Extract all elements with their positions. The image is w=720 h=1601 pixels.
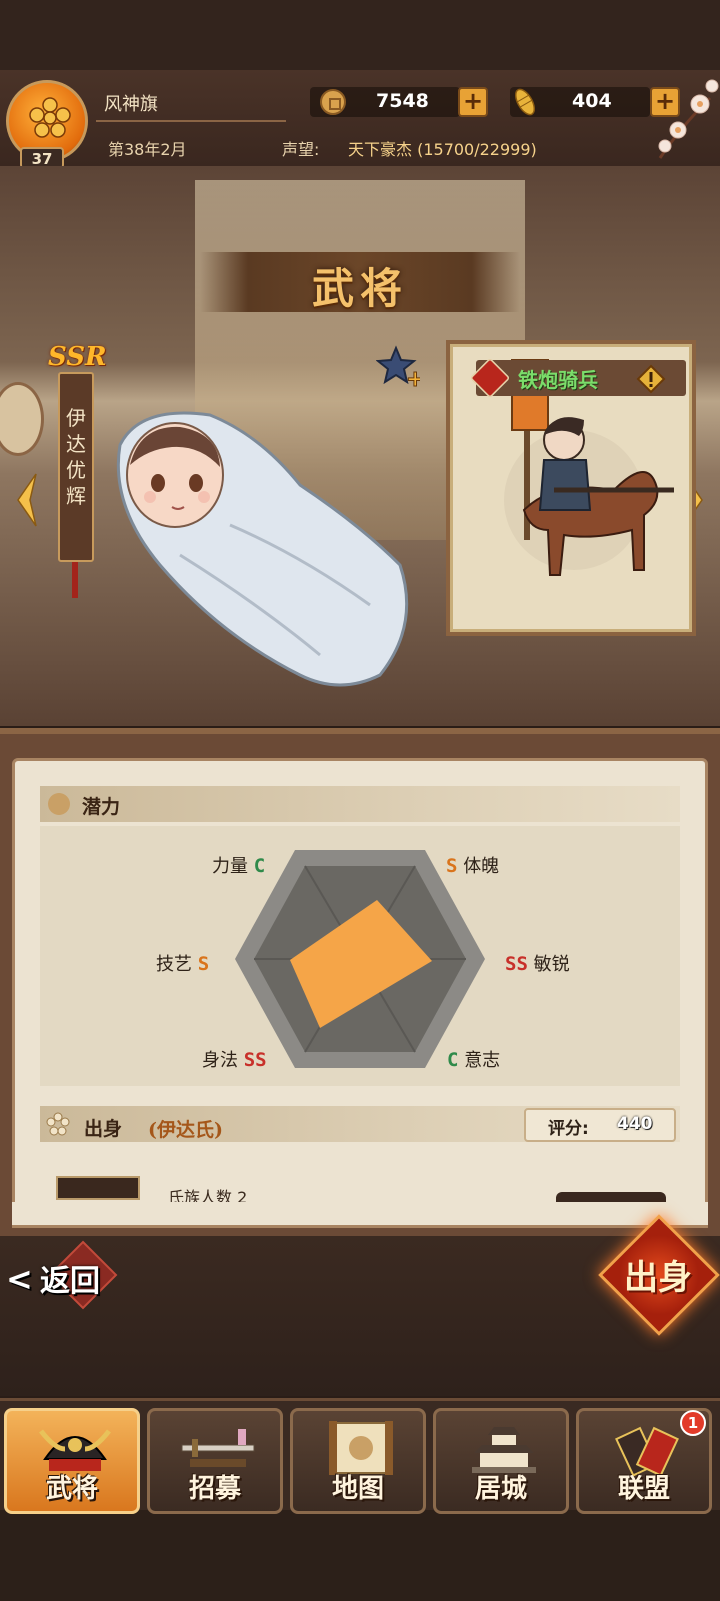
stat-grade: SS	[243, 1049, 267, 1071]
nav-tab-map[interactable]: 地图	[290, 1408, 426, 1514]
nav-label: 地图	[331, 1474, 384, 1504]
clan-member-count: 氏族人数 2	[168, 1188, 248, 1202]
nav-label: 武将	[45, 1474, 98, 1504]
general-portrait-swaddled-baby	[116, 411, 409, 687]
potential-figure-icon	[48, 793, 70, 815]
origin-action-label[interactable]: 出身	[608, 1250, 708, 1299]
prestige-label: 声望:	[282, 140, 320, 159]
gold-amount: 404	[572, 90, 612, 112]
star-upgrade-icon[interactable]: +	[376, 344, 420, 388]
score-value: 440	[617, 1114, 653, 1134]
nav-label: 联盟	[617, 1474, 670, 1504]
cherry-blossom-decoration	[658, 79, 719, 159]
panel-scroll-edge	[12, 1202, 708, 1228]
status-bar-area	[0, 0, 720, 70]
stat-label: 敏锐	[533, 954, 570, 975]
stat-grade: C	[253, 855, 266, 877]
nav-tab-generals[interactable]: 武将	[4, 1408, 140, 1514]
origin-title: 出身	[84, 1118, 123, 1140]
potential-radar-chart	[235, 850, 485, 1068]
nav-tab-castle[interactable]: 居城	[433, 1408, 569, 1514]
nav-label: 招募	[188, 1474, 241, 1504]
stat-grade: SS	[505, 953, 528, 975]
stat-label: 意志	[464, 1050, 501, 1071]
stat-acuity: SS 敏锐	[505, 950, 570, 976]
flower-crest-icon	[46, 1112, 70, 1136]
general-name: 伊达优辉	[58, 405, 94, 509]
stat-grade: S	[446, 855, 458, 877]
stat-label: 体魄	[463, 856, 500, 877]
origin-clan-name: (伊达氏)	[148, 1119, 223, 1141]
stat-strength: 力量 C	[212, 852, 265, 878]
previous-general-arrow-icon[interactable]	[12, 470, 42, 530]
clan-portrait-icon	[56, 1176, 140, 1200]
page-title: 武将	[311, 264, 408, 313]
stat-agility: 身法 SS	[202, 1046, 267, 1072]
stat-skill: 技艺 S	[156, 950, 209, 976]
add-coins-button[interactable]: +	[458, 87, 488, 117]
stat-label: 身法	[202, 1050, 238, 1071]
copper-coin-icon	[320, 89, 346, 115]
clan-crest-icon	[29, 97, 71, 138]
gold-ingot-icon	[514, 88, 536, 116]
stat-label: 力量	[212, 856, 248, 877]
prestige-value: 天下豪杰 (15700/22999)	[348, 140, 537, 159]
nav-label: 居城	[474, 1474, 527, 1504]
bottom-filler	[0, 1510, 720, 1601]
nav-tab-recruit[interactable]: 招募	[147, 1408, 283, 1514]
stat-grade: S	[197, 953, 210, 975]
back-button[interactable]: 返回	[40, 1256, 100, 1300]
score-label: 评分:	[548, 1119, 589, 1139]
score-box	[524, 1108, 676, 1142]
name-plate-tassel	[72, 562, 78, 598]
name-underline	[96, 120, 286, 122]
svg-text:+: +	[406, 367, 420, 388]
game-date: 第38年2月	[108, 140, 187, 159]
potential-section-header	[40, 786, 680, 822]
stat-label: 技艺	[156, 954, 192, 975]
stat-grade: C	[447, 1049, 459, 1071]
potential-title: 潜力	[82, 796, 121, 818]
rarity-badge: SSR	[48, 342, 107, 372]
coin-amount: 7548	[376, 90, 429, 112]
clan-detail-button[interactable]	[556, 1192, 666, 1202]
stat-physique: S 体魄	[446, 852, 499, 878]
alliance-notification-badge: 1	[680, 1410, 706, 1436]
stat-will: C 意志	[447, 1046, 500, 1072]
player-name: 风神旗	[104, 94, 158, 115]
back-arrow-icon[interactable]: <	[6, 1260, 33, 1298]
general-name-text: 伊达优辉	[66, 406, 86, 508]
troop-name: 铁炮骑兵	[518, 368, 598, 392]
troop-info-icon[interactable]	[636, 364, 666, 394]
